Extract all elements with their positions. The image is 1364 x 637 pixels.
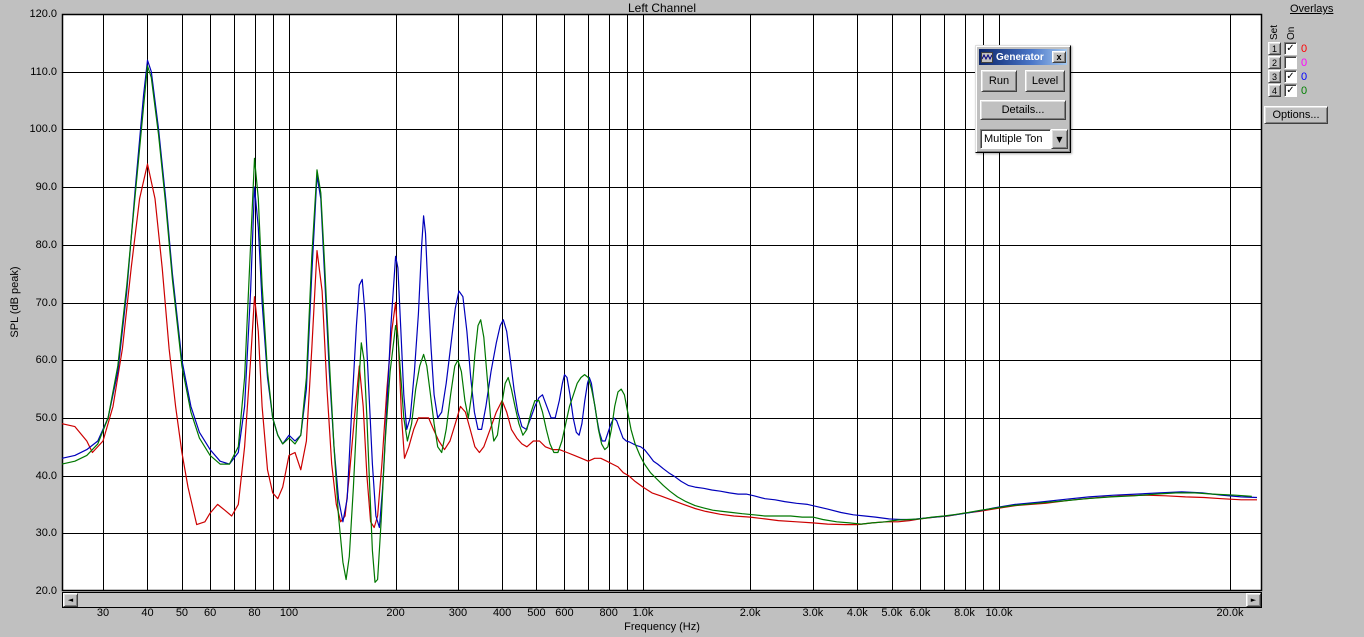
overlay-on-1-checkbox[interactable]: ✓ bbox=[1284, 42, 1297, 55]
y-tick-label: 120.0 bbox=[29, 8, 57, 20]
overlay-row-4: 4 ✓ 0 bbox=[1268, 84, 1358, 97]
overlay-on-2-checkbox[interactable] bbox=[1284, 56, 1297, 69]
overlay-set-4-button[interactable]: 4 bbox=[1268, 84, 1281, 97]
run-button[interactable]: Run bbox=[981, 70, 1017, 92]
overlay-set-1-button[interactable]: 1 bbox=[1268, 42, 1281, 55]
x-axis-title: Frequency (Hz) bbox=[624, 621, 700, 633]
overlay-set-3-button[interactable]: 3 bbox=[1268, 70, 1281, 83]
combo-dropdown-button[interactable]: ▼ bbox=[1051, 129, 1068, 149]
y-tick-label: 100.0 bbox=[29, 123, 57, 136]
overlays-col-set-label: Set bbox=[1269, 24, 1280, 40]
x-tick-label: 6.0k bbox=[909, 607, 931, 619]
overlay-row-3: 3 ✓ 0 bbox=[1268, 70, 1358, 83]
spl-chart bbox=[61, 13, 1263, 592]
y-tick-label: 50.0 bbox=[35, 411, 57, 424]
frequency-scrollbar[interactable]: ◄ ► bbox=[62, 592, 1262, 608]
y-tick-label: 60.0 bbox=[35, 354, 57, 367]
chart-title: Left Channel bbox=[627, 1, 697, 15]
y-tick-label: 80.0 bbox=[35, 238, 57, 251]
overlay-2-value: 0 bbox=[1301, 56, 1308, 69]
x-tick-label: 200 bbox=[386, 607, 405, 619]
app-window: Left Channel SPL (dB peak) Frequency (Hz… bbox=[0, 0, 1364, 637]
x-tick-label: 20.0k bbox=[1216, 607, 1244, 619]
signal-type-value: Multiple Ton bbox=[980, 129, 1051, 149]
level-button[interactable]: Level bbox=[1025, 70, 1065, 92]
overlay-3-value: 0 bbox=[1301, 70, 1308, 83]
chevron-down-icon: ▼ bbox=[1056, 134, 1063, 144]
y-tick-label: 70.0 bbox=[35, 296, 57, 309]
close-icon[interactable]: x bbox=[1052, 51, 1066, 63]
overlay-on-3-checkbox[interactable]: ✓ bbox=[1284, 70, 1297, 83]
x-tick-label: 1.0k bbox=[632, 607, 654, 619]
x-tick-label: 300 bbox=[448, 607, 468, 619]
scroll-left-icon: ◄ bbox=[67, 595, 74, 604]
plot-area bbox=[62, 14, 1262, 591]
x-tick-label: 30 bbox=[96, 607, 110, 619]
signal-type-select[interactable]: Multiple Ton ▼ bbox=[980, 129, 1068, 149]
generator-window-icon bbox=[981, 51, 993, 63]
generator-dialog: Generator x Run Level Details... Multipl… bbox=[975, 45, 1071, 153]
generator-dialog-titlebar[interactable]: Generator x bbox=[979, 49, 1067, 65]
x-tick-label: 60 bbox=[203, 607, 217, 619]
x-tick-label: 100 bbox=[279, 607, 299, 619]
overlays-panel-title: Overlays bbox=[1290, 3, 1334, 15]
scroll-left-button[interactable]: ◄ bbox=[63, 593, 78, 607]
y-tick-label: 30.0 bbox=[35, 527, 57, 540]
y-tick-label: 90.0 bbox=[35, 181, 57, 194]
y-tick-label: 40.0 bbox=[35, 469, 57, 482]
y-tick-label: 20.0 bbox=[35, 585, 57, 597]
overlays-col-on-label: On bbox=[1286, 26, 1297, 40]
overlay-4-value: 0 bbox=[1301, 84, 1308, 97]
overlay-on-4-checkbox[interactable]: ✓ bbox=[1284, 84, 1297, 97]
scroll-right-button[interactable]: ► bbox=[1246, 593, 1261, 607]
generator-dialog-title: Generator bbox=[996, 51, 1044, 63]
y-tick-label: 110.0 bbox=[30, 65, 57, 78]
overlay-set-2-button[interactable]: 2 bbox=[1268, 56, 1281, 69]
x-tick-label: 600 bbox=[555, 607, 574, 619]
x-tick-label: 3.0k bbox=[802, 607, 824, 619]
x-tick-label: 10.0k bbox=[985, 607, 1013, 619]
overlay-row-1: 1 ✓ 0 bbox=[1268, 42, 1358, 55]
overlay-row-2: 2 0 bbox=[1268, 56, 1358, 69]
x-tick-label: 2.0k bbox=[739, 607, 761, 619]
details-button[interactable]: Details... bbox=[980, 100, 1066, 120]
options-button[interactable]: Options... bbox=[1264, 106, 1328, 124]
scroll-right-icon: ► bbox=[1250, 595, 1257, 604]
overlay-1-value: 0 bbox=[1301, 42, 1308, 55]
